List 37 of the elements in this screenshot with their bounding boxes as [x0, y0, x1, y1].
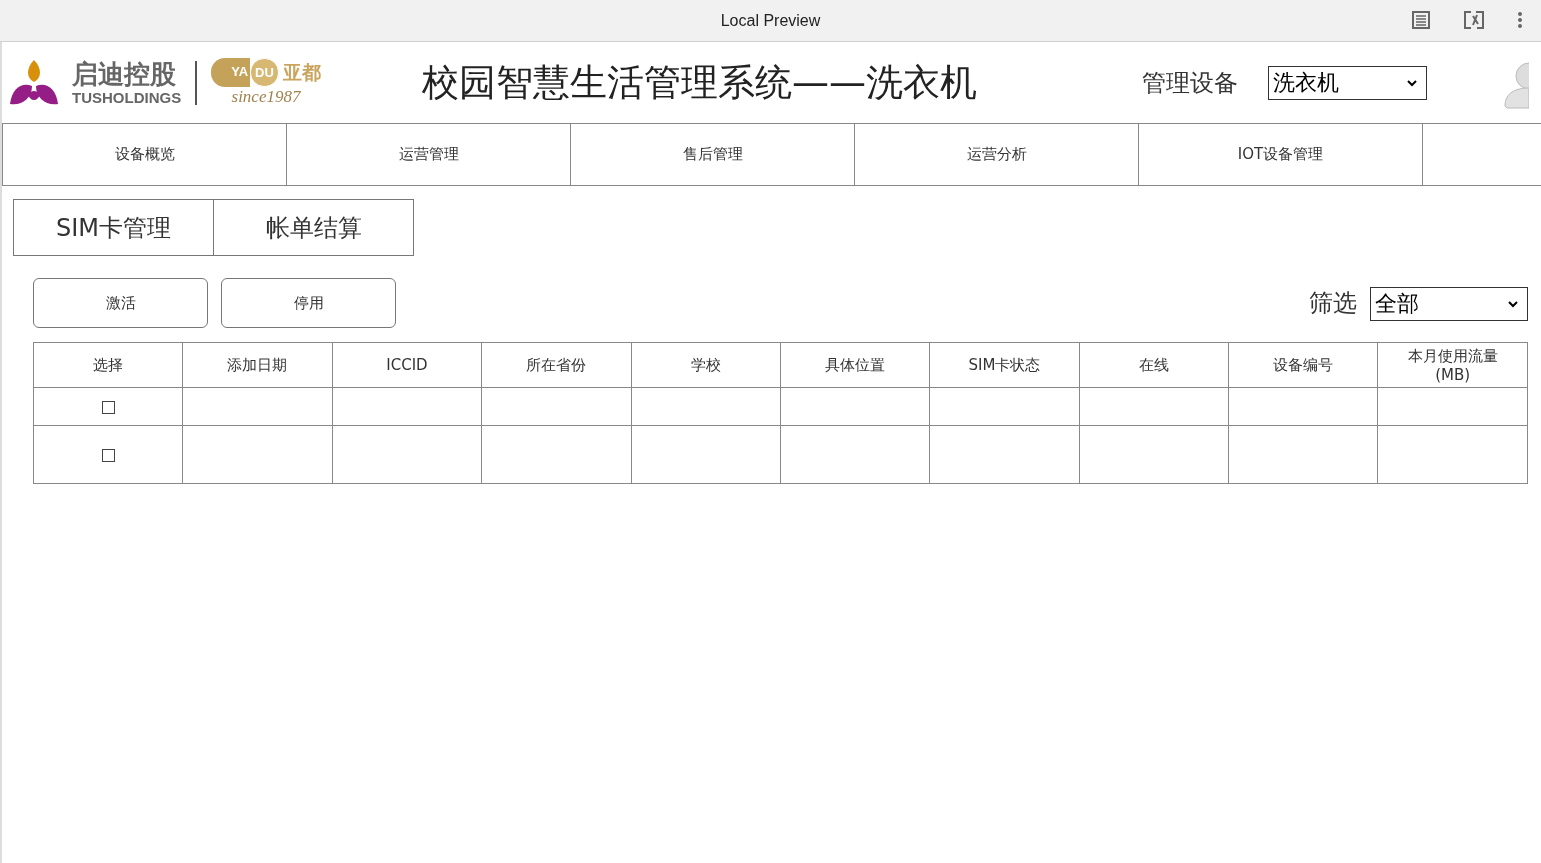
chevron-down-icon	[1406, 78, 1418, 87]
brand-name: 启迪控股	[72, 59, 177, 89]
page-title: 校园智慧生活管理系统——洗衣机	[422, 59, 978, 106]
filter-label: 筛选	[1309, 288, 1357, 319]
nav-tab[interactable]: IOT设备管理	[1138, 124, 1422, 185]
column-header: 选择	[33, 342, 183, 388]
column-header: 添加日期	[182, 342, 333, 388]
brand-subtitle: TUSHOLDINGS	[72, 89, 182, 106]
column-header: 学校	[631, 342, 781, 388]
partner-logo: YA DU	[211, 58, 279, 87]
device-label: 管理设备	[1142, 67, 1238, 99]
checkbox[interactable]	[101, 448, 115, 462]
action-button[interactable]: 激活	[33, 278, 208, 328]
nav-tab[interactable]: 售后管理	[570, 124, 854, 185]
action-button[interactable]: 停用	[221, 278, 396, 328]
checkbox[interactable]	[101, 400, 115, 414]
device-select[interactable]: 洗衣机	[1268, 65, 1427, 100]
partner-name: 亚都	[282, 59, 321, 85]
nav-tab[interactable]: 运营管理	[286, 124, 570, 185]
column-header: 所在省份	[481, 342, 632, 388]
chevron-down-icon	[1507, 300, 1519, 308]
window-title: Local Preview	[720, 11, 821, 30]
column-header: 在线	[1079, 342, 1229, 388]
column-header: ICCID	[332, 342, 482, 388]
sub-tab[interactable]: 帐单结算	[214, 199, 414, 256]
nav-tab[interactable]: 设备概览	[2, 124, 286, 185]
nav-tab[interactable]: 运营分析	[854, 124, 1138, 185]
formula-icon[interactable]	[1463, 10, 1485, 30]
sub-tab[interactable]: SIM卡管理	[13, 199, 214, 256]
filter-select[interactable]: 全部	[1370, 287, 1528, 321]
partner-slogan: since1987	[231, 87, 301, 107]
column-header: 设备编号	[1228, 342, 1378, 388]
column-header: 本月使用流量 (MB)	[1377, 342, 1528, 388]
document-icon[interactable]	[1411, 10, 1431, 30]
column-header: 具体位置	[780, 342, 930, 388]
more-icon[interactable]	[1517, 11, 1523, 29]
column-header: SIM卡状态	[929, 342, 1080, 388]
